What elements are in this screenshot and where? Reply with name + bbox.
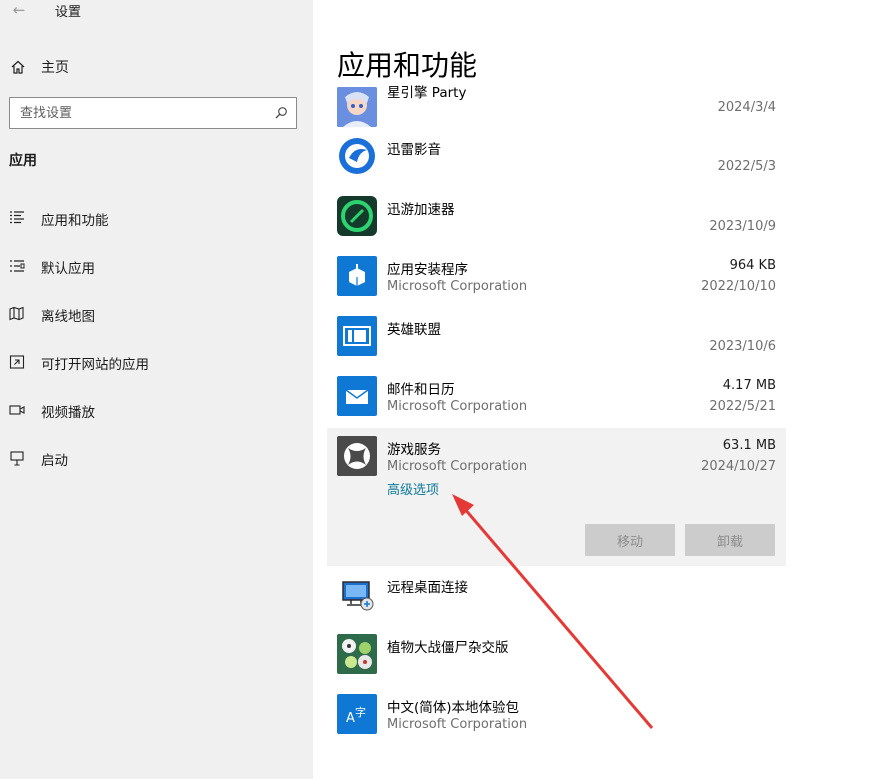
xunlei-player-icon: [337, 136, 377, 176]
app-name: 邮件和日历: [387, 382, 455, 398]
app-installer-icon: [337, 256, 377, 296]
xbox-icon: [337, 436, 377, 476]
svg-text:字: 字: [355, 705, 366, 719]
home-icon: [11, 60, 25, 74]
app-publisher: Microsoft Corporation: [387, 717, 528, 732]
svg-text:A: A: [346, 711, 355, 726]
pvz-hybrid-icon: [337, 634, 377, 674]
remote-desktop-icon: [337, 574, 377, 614]
app-row[interactable]: A 字 中文(简体)本地体验包 Microsoft Corporation: [327, 686, 786, 746]
sidebar-item-label: 主页: [41, 60, 69, 76]
app-name: 迅雷影音: [387, 142, 441, 158]
xunyou-accelerator-icon: [337, 196, 377, 236]
app-date: 2022/5/21: [709, 399, 776, 414]
app-date: 2022/5/3: [717, 159, 776, 174]
app-publisher: Microsoft Corporation: [387, 459, 528, 474]
sidebar-item-default-apps[interactable]: 默认应用: [0, 251, 313, 281]
app-row[interactable]: 迅雷影音 2022/5/3: [327, 128, 786, 188]
app-name: 英雄联盟: [387, 322, 441, 338]
sidebar: ← 设置 主页 应用 应用和功能 默认应用 离线地图: [0, 0, 313, 779]
offline-maps-icon: [9, 306, 24, 321]
scroll-mask: [313, 0, 886, 88]
main-content: 应用和功能 星引擎 Party 2024/3/4 迅雷影音 2022/5/3 迅…: [313, 0, 886, 779]
app-row[interactable]: 迅游加速器 2023/10/9: [327, 188, 786, 248]
back-arrow-icon[interactable]: ←: [10, 0, 28, 20]
app-date: 2023/10/9: [709, 219, 776, 234]
video-playback-icon: [9, 405, 25, 415]
section-title: 应用: [9, 153, 37, 169]
sidebar-item-apps-for-websites[interactable]: 可打开网站的应用: [0, 347, 313, 377]
app-publisher: Microsoft Corporation: [387, 279, 528, 294]
app-date: 2024/3/4: [717, 100, 776, 115]
app-date: 2022/10/10: [701, 279, 776, 294]
sidebar-item-label: 默认应用: [41, 261, 95, 277]
sidebar-item-offline-maps[interactable]: 离线地图: [0, 299, 313, 329]
sidebar-item-startup[interactable]: 启动: [0, 443, 313, 473]
window-title: 设置: [55, 5, 82, 20]
sidebar-item-label: 视频播放: [41, 405, 95, 421]
sidebar-item-label: 离线地图: [41, 309, 95, 325]
app-row[interactable]: 应用安装程序 Microsoft Corporation 964 KB 2022…: [327, 248, 786, 308]
app-name: 游戏服务: [387, 442, 441, 458]
search-input[interactable]: [20, 98, 260, 128]
app-name: 迅游加速器: [387, 202, 455, 218]
apps-features-icon: [10, 211, 24, 224]
default-apps-icon: [10, 260, 25, 272]
apps-for-websites-icon: [9, 355, 25, 369]
sidebar-item-home[interactable]: 主页: [0, 54, 313, 80]
app-date: 2023/10/6: [709, 339, 776, 354]
app-name: 植物大战僵尸杂交版: [387, 640, 509, 656]
search-icon[interactable]: [274, 106, 288, 120]
league-of-legends-icon: [337, 316, 377, 356]
move-button[interactable]: 移动: [585, 524, 675, 556]
sidebar-item-video-playback[interactable]: 视频播放: [0, 395, 313, 425]
sidebar-item-apps-features[interactable]: 应用和功能: [0, 203, 313, 233]
app-row[interactable]: 远程桌面连接: [327, 566, 786, 626]
uninstall-button[interactable]: 卸载: [685, 524, 775, 556]
sidebar-item-label: 启动: [41, 453, 68, 469]
app-name: 中文(简体)本地体验包: [387, 700, 520, 716]
app-publisher: Microsoft Corporation: [387, 399, 528, 414]
app-row[interactable]: 邮件和日历 Microsoft Corporation 4.17 MB 2022…: [327, 368, 786, 428]
title-bar: ← 设置: [0, 0, 313, 24]
app-name: 应用安装程序: [387, 262, 468, 278]
app-date: 2024/10/27: [701, 459, 776, 474]
app-size: 63.1 MB: [722, 438, 776, 453]
star-engine-party-icon: [337, 87, 377, 127]
advanced-options-link[interactable]: 高级选项: [387, 479, 439, 498]
search-box: [9, 97, 297, 129]
app-size: 4.17 MB: [722, 378, 776, 393]
app-name: 远程桌面连接: [387, 580, 468, 596]
language-pack-icon: A 字: [337, 694, 377, 734]
startup-icon: [10, 451, 24, 466]
sidebar-item-label: 应用和功能: [41, 213, 109, 229]
sidebar-item-label: 可打开网站的应用: [41, 357, 149, 373]
app-size: 964 KB: [729, 258, 776, 273]
app-row-selected[interactable]: 游戏服务 Microsoft Corporation 63.1 MB 2024/…: [327, 428, 786, 566]
app-row[interactable]: 英雄联盟 2023/10/6: [327, 308, 786, 368]
app-row[interactable]: 植物大战僵尸杂交版: [327, 626, 786, 686]
mail-calendar-icon: [337, 376, 377, 416]
